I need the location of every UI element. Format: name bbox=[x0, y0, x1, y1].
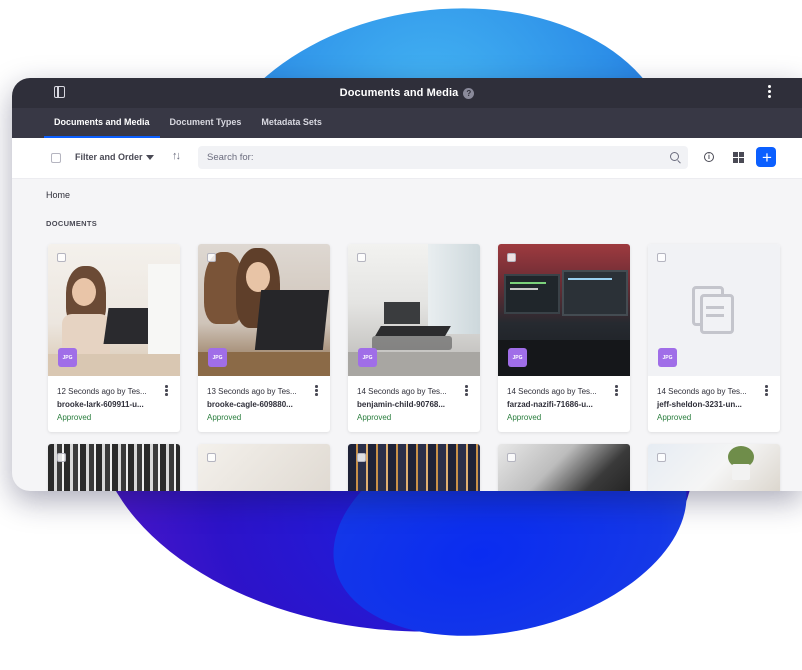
management-toolbar: Filter and Order ↑↓ i + bbox=[12, 138, 802, 179]
document-card[interactable]: JPG 13 Seconds ago by Tes... brooke-cagl… bbox=[198, 244, 330, 432]
document-thumbnail[interactable] bbox=[198, 444, 330, 491]
document-checkbox[interactable] bbox=[657, 453, 666, 462]
tab-documents-and-media[interactable]: Documents and Media bbox=[44, 117, 160, 138]
document-meta: 13 Seconds ago by Tes... bbox=[207, 387, 297, 396]
document-thumbnail[interactable]: JPG bbox=[498, 244, 630, 376]
document-title[interactable]: jeff-sheldon-3231-un... bbox=[657, 400, 742, 409]
document-actions-icon[interactable] bbox=[315, 385, 318, 397]
document-thumbnail[interactable] bbox=[48, 444, 180, 491]
search-input[interactable] bbox=[198, 146, 688, 169]
document-card[interactable]: JPG 14 Seconds ago by Tes... farzad-nazi… bbox=[498, 244, 630, 432]
breadcrumb[interactable]: Home bbox=[46, 190, 70, 200]
document-card[interactable] bbox=[348, 444, 480, 491]
file-type-badge: JPG bbox=[208, 348, 227, 367]
document-checkbox[interactable] bbox=[57, 453, 66, 462]
document-card[interactable]: JPG 14 Seconds ago by Tes... jeff-sheldo… bbox=[648, 244, 780, 432]
status-label: Approved bbox=[357, 413, 392, 422]
document-card[interactable]: JPG 12 Seconds ago by Tes... brooke-lark… bbox=[48, 244, 180, 432]
help-icon[interactable]: ? bbox=[463, 87, 475, 99]
document-title[interactable]: brooke-cagle-609880... bbox=[207, 400, 293, 409]
file-type-badge: JPG bbox=[658, 348, 677, 367]
document-checkbox[interactable] bbox=[507, 253, 516, 262]
document-checkbox[interactable] bbox=[207, 253, 216, 262]
document-thumbnail[interactable] bbox=[648, 444, 780, 491]
status-label: Approved bbox=[657, 413, 692, 422]
options-menu-icon[interactable] bbox=[768, 85, 772, 100]
file-type-badge: JPG bbox=[508, 348, 527, 367]
info-icon[interactable]: i bbox=[704, 152, 714, 162]
document-checkbox[interactable] bbox=[57, 253, 66, 262]
document-title[interactable]: farzad-nazifi-71686-u... bbox=[507, 400, 593, 409]
document-title[interactable]: benjamin-child-90768... bbox=[357, 400, 445, 409]
title-bar: Documents and Media ? bbox=[12, 78, 802, 108]
document-actions-icon[interactable] bbox=[615, 385, 618, 397]
tab-bar: Documents and Media Document Types Metad… bbox=[12, 108, 802, 138]
file-type-badge: JPG bbox=[58, 348, 77, 367]
document-checkbox[interactable] bbox=[357, 453, 366, 462]
section-title: DOCUMENTS bbox=[46, 219, 98, 228]
file-type-badge: JPG bbox=[358, 348, 377, 367]
document-actions-icon[interactable] bbox=[165, 385, 168, 397]
document-thumbnail[interactable]: JPG bbox=[198, 244, 330, 376]
document-meta: 14 Seconds ago by Tes... bbox=[507, 387, 597, 396]
status-label: Approved bbox=[507, 413, 542, 422]
document-meta: 14 Seconds ago by Tes... bbox=[357, 387, 447, 396]
status-label: Approved bbox=[57, 413, 92, 422]
app-window: Documents and Media ? Documents and Medi… bbox=[12, 78, 802, 491]
status-label: Approved bbox=[207, 413, 242, 422]
document-actions-icon[interactable] bbox=[465, 385, 468, 397]
sort-icon[interactable]: ↑↓ bbox=[172, 150, 181, 162]
tab-metadata-sets[interactable]: Metadata Sets bbox=[251, 117, 332, 138]
filter-and-order-dropdown[interactable]: Filter and Order bbox=[75, 152, 143, 162]
document-checkbox[interactable] bbox=[207, 453, 216, 462]
document-checkbox[interactable] bbox=[357, 253, 366, 262]
document-card[interactable] bbox=[648, 444, 780, 491]
document-card[interactable]: JPG 14 Seconds ago by Tes... benjamin-ch… bbox=[348, 244, 480, 432]
sidebar-toggle-icon[interactable] bbox=[54, 86, 65, 98]
document-thumbnail[interactable]: JPG bbox=[648, 244, 780, 376]
document-thumbnail[interactable]: JPG bbox=[48, 244, 180, 376]
document-checkbox[interactable] bbox=[507, 453, 516, 462]
document-thumbnail[interactable] bbox=[498, 444, 630, 491]
document-actions-icon[interactable] bbox=[765, 385, 768, 397]
search-icon[interactable] bbox=[670, 152, 679, 161]
add-button[interactable]: + bbox=[756, 147, 776, 167]
document-meta: 14 Seconds ago by Tes... bbox=[657, 387, 747, 396]
document-card[interactable] bbox=[198, 444, 330, 491]
chevron-down-icon[interactable] bbox=[146, 155, 154, 160]
document-thumbnail[interactable]: JPG bbox=[348, 244, 480, 376]
card-view-icon[interactable] bbox=[733, 152, 744, 163]
document-checkbox[interactable] bbox=[657, 253, 666, 262]
select-all-checkbox[interactable] bbox=[51, 153, 61, 163]
page-title: Documents and Media bbox=[339, 87, 459, 99]
document-thumbnail[interactable] bbox=[348, 444, 480, 491]
tab-document-types[interactable]: Document Types bbox=[160, 117, 252, 138]
document-meta: 12 Seconds ago by Tes... bbox=[57, 387, 147, 396]
document-card[interactable] bbox=[498, 444, 630, 491]
document-title[interactable]: brooke-lark-609911-u... bbox=[57, 400, 144, 409]
document-card[interactable] bbox=[48, 444, 180, 491]
